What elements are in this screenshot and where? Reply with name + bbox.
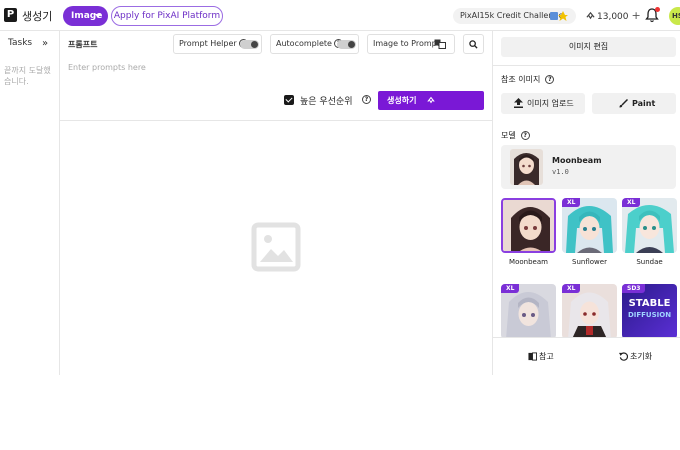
app-root: P 생성기 Image Apply for PixAI Platform Pix… — [0, 0, 680, 375]
svg-text:DIFFUSION: DIFFUSION — [628, 311, 671, 319]
toggle-knob — [348, 41, 355, 48]
selected-model-card[interactable]: Moonbeam v1.0 — [501, 145, 676, 189]
notification-button[interactable] — [645, 7, 660, 23]
credit-balance[interactable]: 13,000 + — [586, 9, 641, 24]
prompt-input[interactable] — [68, 59, 478, 75]
reset-label: 초기화 — [630, 352, 653, 361]
reference-guide-label: 참고 — [539, 352, 554, 361]
prompt-area: 프롬프트 Prompt Helper? Autocomplete? Image … — [60, 31, 493, 375]
model-option-sundae[interactable]: XL — [622, 198, 677, 253]
image-placeholder-icon — [251, 222, 301, 272]
credit-challenge-badge[interactable]: PixAI15k Credit Challenge — [453, 8, 576, 24]
model-badge: XL — [562, 284, 581, 293]
double-chevron-right-icon[interactable]: » — [42, 38, 48, 49]
tasks-empty-message: 끝까지 도달했습니다. — [4, 66, 51, 86]
help-icon[interactable]: ? — [545, 75, 555, 84]
toggle-knob — [251, 41, 258, 48]
high-priority-checkbox[interactable] — [284, 95, 294, 105]
top-bar: P 생성기 Image Apply for PixAI Platform Pix… — [0, 0, 680, 31]
help-icon[interactable]: ? — [520, 131, 530, 140]
svg-text:STABLE: STABLE — [629, 298, 671, 309]
model-label: 모델 — [501, 131, 516, 140]
divider — [60, 120, 493, 121]
help-icon[interactable]: ? — [362, 95, 371, 104]
reset-button[interactable]: 초기화 — [619, 351, 652, 362]
search-button[interactable] — [463, 34, 484, 54]
selected-model-name: Moonbeam — [552, 156, 602, 165]
upload-icon — [514, 98, 523, 108]
avatar[interactable]: HS — [669, 7, 680, 25]
model-option[interactable]: XL — [562, 284, 617, 339]
image-to-prompt-button[interactable]: Image to Prompt — [367, 34, 455, 54]
model-thumbnail — [510, 149, 543, 185]
divider — [493, 65, 680, 66]
coin-icon — [586, 11, 595, 20]
search-icon — [469, 40, 478, 49]
autocomplete-label: Autocomplete — [276, 39, 332, 48]
challenge-emoji-icon — [550, 11, 568, 21]
model-badge: XL — [622, 198, 641, 207]
model-badge: XL — [562, 198, 581, 207]
model-option-sunflower[interactable]: XL — [562, 198, 617, 253]
challenge-label: PixAI15k Credit Challenge — [460, 11, 564, 20]
coin-icon — [427, 96, 435, 104]
autocomplete-control: Autocomplete? — [270, 34, 359, 54]
model-section: 모델? — [501, 130, 530, 141]
image-to-prompt-label: Image to Prompt — [373, 39, 440, 48]
edit-image-button[interactable]: 이미지 편집 — [501, 37, 676, 57]
chevron-down-icon — [95, 14, 101, 18]
generate-label: 생성하기 — [387, 96, 417, 105]
autocomplete-toggle[interactable] — [337, 40, 356, 49]
selected-model-version: v1.0 — [552, 168, 569, 176]
prompt-helper-toggle[interactable] — [240, 40, 259, 49]
logo-icon[interactable]: P — [4, 8, 17, 22]
add-credit-icon[interactable]: + — [632, 9, 641, 22]
prompt-helper-control: Prompt Helper? — [173, 34, 262, 54]
model-option[interactable]: STABLE DIFFUSION SD3 — [622, 284, 677, 339]
brush-icon — [619, 99, 628, 108]
model-name-label: Moonbeam — [509, 258, 548, 266]
generate-button[interactable]: 생성하기 1,8002,600 — [378, 91, 484, 124]
model-name-label: Sunflower — [572, 258, 607, 266]
reference-image-label: 참조 이미지 — [501, 75, 541, 84]
model-thumbnail — [503, 200, 554, 251]
settings-panel: 이미지 편집 참조 이미지? 이미지 업로드 Paint 모델? Moonbea… — [493, 31, 680, 375]
tasks-title: Tasks — [8, 38, 33, 48]
tasks-panel: Tasks » 끝까지 도달했습니다. — [0, 31, 60, 375]
model-name-label: Sundae — [636, 258, 663, 266]
panel-footer: 참고 초기화 — [493, 337, 680, 375]
paint-button[interactable]: Paint — [592, 93, 676, 114]
model-option-moonbeam[interactable] — [501, 198, 556, 253]
model-option[interactable]: XL — [501, 284, 556, 339]
prompt-helper-label: Prompt Helper — [179, 39, 237, 48]
upload-image-button[interactable]: 이미지 업로드 — [501, 93, 585, 114]
model-badge: XL — [501, 284, 520, 293]
model-badge: SD3 — [622, 284, 646, 293]
reference-image-section: 참조 이미지? — [501, 74, 555, 85]
reset-icon — [619, 352, 628, 361]
reference-guide-button[interactable]: 참고 — [528, 351, 554, 362]
apply-platform-button[interactable]: Apply for PixAI Platform — [111, 6, 223, 26]
upload-label: 이미지 업로드 — [527, 99, 574, 108]
generate-cost: 1,8002,600 — [427, 91, 484, 129]
paint-label: Paint — [632, 99, 656, 108]
prompt-label: 프롬프트 — [68, 40, 98, 49]
book-icon — [528, 352, 537, 361]
notification-dot — [655, 7, 660, 12]
page-title: 생성기 — [22, 10, 53, 23]
high-priority-label: 높은 우선순위 — [300, 97, 353, 107]
credit-amount: 13,000 — [597, 12, 629, 22]
mode-dropdown[interactable]: Image — [63, 6, 108, 26]
translate-icon — [434, 39, 446, 49]
